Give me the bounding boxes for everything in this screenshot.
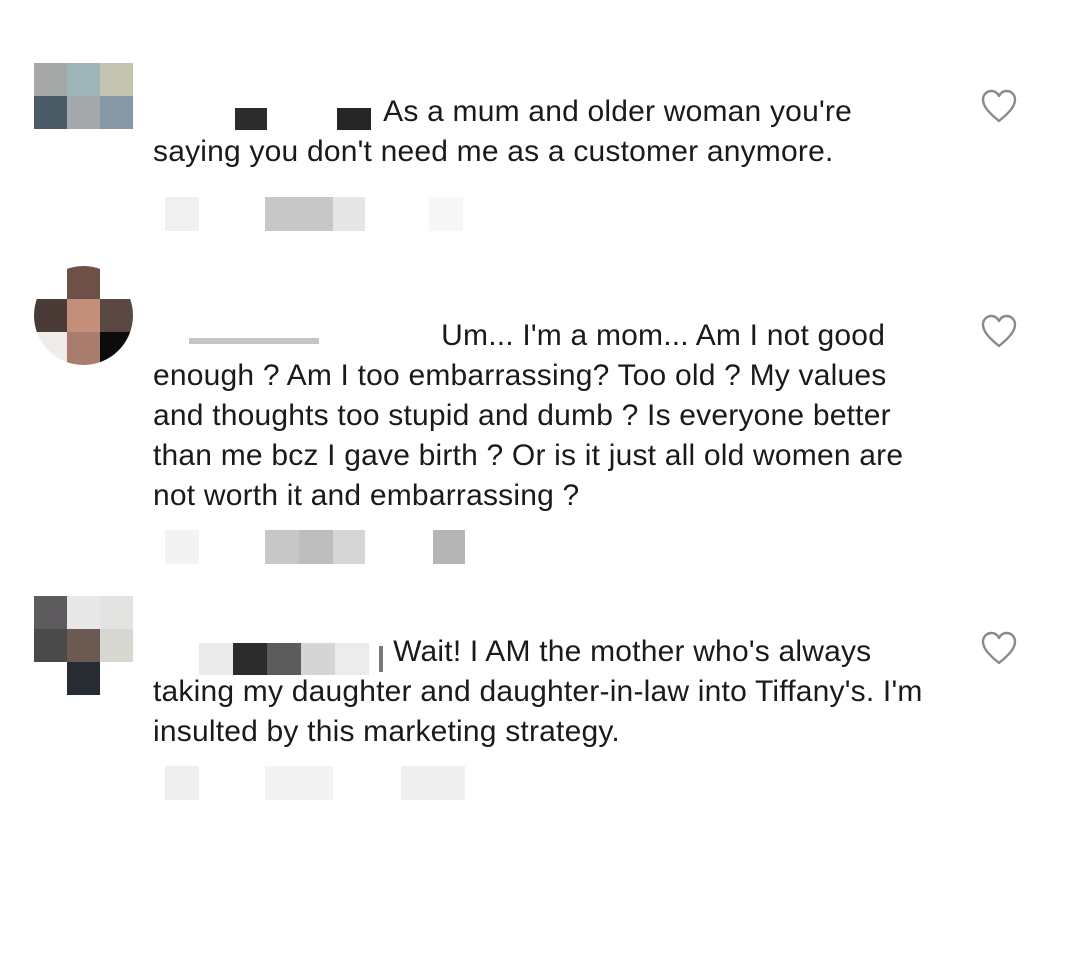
comment-meta-redacted [165,766,485,800]
comment-body: Um... I'm a mom... Am I not good enough … [153,276,933,556]
username-redacted[interactable] [187,324,437,350]
comment-body: Wait! I AM the mother who's always takin… [153,592,933,792]
comment-meta-redacted [165,530,485,564]
comment-body: As a mum and older woman you're saying y… [153,52,933,212]
username-redacted[interactable] [187,640,389,676]
heart-outline-icon[interactable] [980,88,1018,124]
username-redacted[interactable] [187,100,379,131]
commenter-avatar[interactable] [34,63,133,129]
commenter-avatar[interactable] [34,596,133,695]
commenter-avatar[interactable] [34,266,133,365]
comment-item-1: As a mum and older woman you're saying y… [0,0,1080,250]
heart-outline-icon[interactable] [980,313,1018,349]
comment-item-2: Um... I'm a mom... Am I not good enough … [0,250,1080,580]
comment-item-3: Wait! I AM the mother who's always takin… [0,580,1080,830]
comment-meta-redacted [165,197,485,231]
heart-outline-icon[interactable] [980,630,1018,666]
